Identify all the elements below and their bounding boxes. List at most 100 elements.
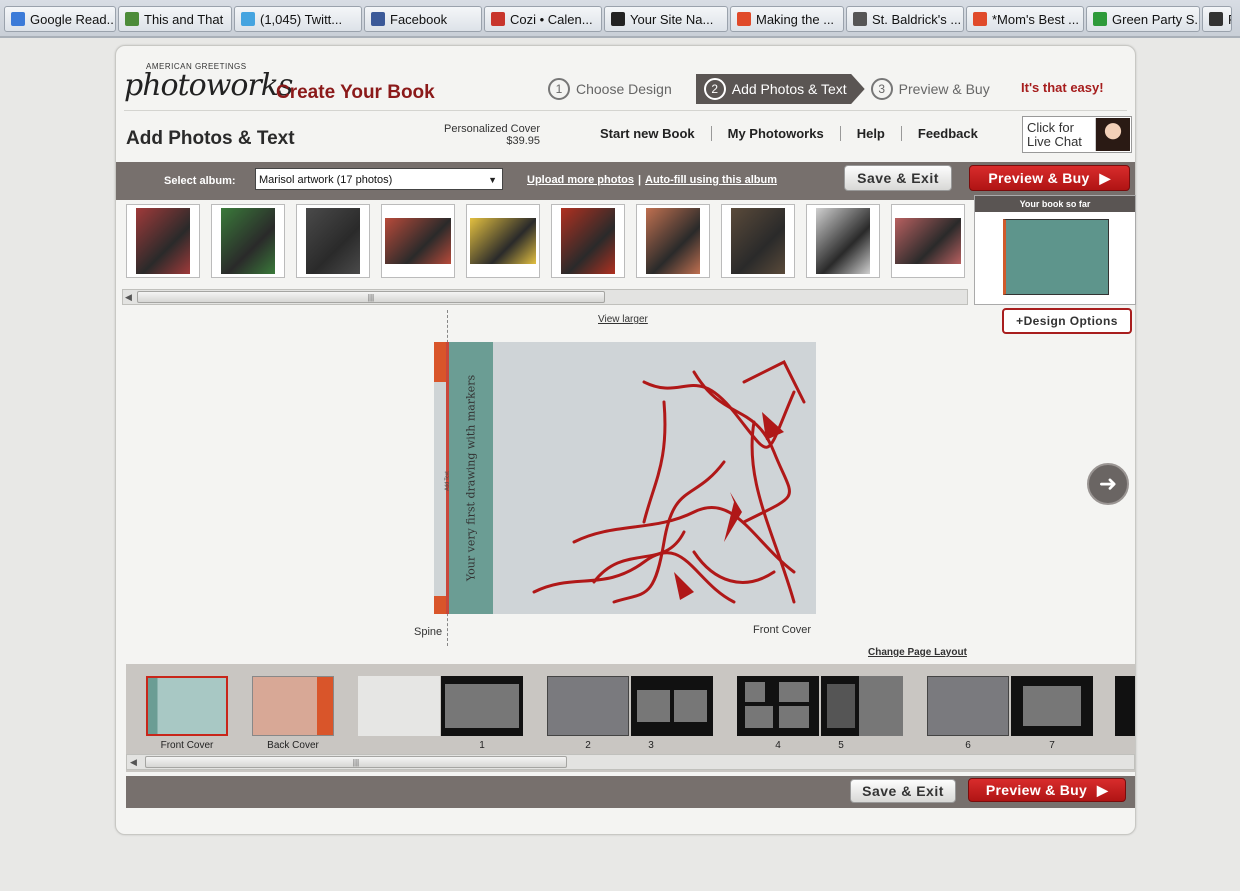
- arrow-right-icon: ▶: [1097, 781, 1109, 798]
- bookmark-favicon-icon: [973, 12, 987, 26]
- scrollbar-thumb[interactable]: |||: [145, 756, 567, 768]
- page-thumb-1[interactable]: [441, 676, 523, 736]
- bookmark-favicon-icon: [1093, 12, 1107, 26]
- preview-buy-label: Preview & Buy: [988, 170, 1090, 186]
- step-add-photos: 2 Add Photos & Text: [695, 74, 865, 104]
- page-thumb-2[interactable]: [547, 676, 629, 736]
- auto-fill-link[interactable]: Auto-fill using this album: [645, 174, 777, 186]
- layout-photo-slot: [779, 682, 809, 702]
- album-photos: [126, 204, 965, 280]
- scrollbar-thumb[interactable]: |||: [137, 291, 605, 303]
- bookmark-item[interactable]: Green Party S...: [1086, 6, 1200, 32]
- album-photo-thumbnail[interactable]: [126, 204, 200, 278]
- book-so-far-panel[interactable]: Your book so far: [974, 195, 1136, 305]
- page-title: Add Photos & Text: [126, 128, 295, 149]
- photo-image: [731, 208, 785, 274]
- nav-start-new-book[interactable]: Start new Book: [584, 126, 712, 141]
- arrow-right-icon: ➜: [1098, 471, 1118, 496]
- page-thumb-6[interactable]: [927, 676, 1009, 736]
- nav-feedback[interactable]: Feedback: [902, 126, 984, 141]
- cover-preview[interactable]: Add Text Your very first drawing with ma…: [434, 342, 816, 614]
- chat-line-1: Click for: [1027, 119, 1074, 135]
- page-thumb-front-cover[interactable]: [146, 676, 228, 736]
- page-thumb-4[interactable]: [737, 676, 819, 736]
- page-number: 5: [838, 740, 844, 751]
- bookmark-label: Green Party S...: [1112, 11, 1200, 27]
- layout-photo-slot: [745, 706, 773, 728]
- album-photo-thumbnail[interactable]: [806, 204, 880, 278]
- album-photo-thumbnail[interactable]: [636, 204, 710, 278]
- page-number: 2: [585, 740, 591, 751]
- bookmark-item[interactable]: (1,045) Twitt...: [234, 6, 362, 32]
- cover-title-text[interactable]: Your very first drawing with markers: [465, 375, 478, 581]
- browser-bookmarks-bar: Google Read... This and That (1,045) Twitt…: [0, 0, 1240, 38]
- chat-line-2: Live Chat: [1027, 133, 1082, 149]
- page-thumb-5[interactable]: [821, 676, 903, 736]
- dropdown-arrow-icon: ▼: [488, 175, 497, 185]
- page-number: 1: [479, 740, 485, 751]
- step-choose-design[interactable]: 1 Choose Design: [548, 74, 684, 104]
- price-label: Personalized Cover: [444, 123, 540, 135]
- front-cover-label: Front Cover: [753, 624, 812, 636]
- change-page-layout-link[interactable]: Change Page Layout: [868, 647, 967, 658]
- bookmark-item[interactable]: Facebook: [364, 6, 482, 32]
- divider: [124, 110, 1127, 111]
- cover-artwork-photo[interactable]: [494, 342, 816, 614]
- nav-my-photoworks[interactable]: My Photoworks: [712, 126, 841, 141]
- page-thumb-3[interactable]: [631, 676, 713, 736]
- layout-photo-slot: [445, 684, 519, 728]
- save-exit-button[interactable]: Save & Exit: [844, 165, 952, 191]
- album-photo-thumbnail[interactable]: [466, 204, 540, 278]
- album-select-value: Marisol artwork (17 photos): [259, 174, 393, 186]
- preview-buy-label: Preview & Buy: [985, 782, 1088, 798]
- photo-image: [136, 208, 190, 274]
- bookmark-item[interactable]: Your Site Na...: [604, 6, 728, 32]
- layout-photo-slot: [674, 690, 707, 722]
- nav-help[interactable]: Help: [841, 126, 902, 141]
- step-preview-buy[interactable]: 3 Preview & Buy: [870, 74, 1002, 104]
- photo-image: [646, 208, 700, 274]
- view-larger-link[interactable]: View larger: [598, 314, 648, 325]
- photos-scrollbar[interactable]: ◀ |||: [122, 289, 968, 305]
- bookmark-item[interactable]: This and That: [118, 6, 232, 32]
- page-thumb-back-cover[interactable]: [252, 676, 334, 736]
- photoworks-logo[interactable]: AMERICAN GREETINGS photoworks: [124, 62, 293, 103]
- page-number: 3: [648, 740, 654, 751]
- footer-save-exit-button[interactable]: Save & Exit: [850, 779, 956, 803]
- live-chat-button[interactable]: Click for Live Chat: [1022, 116, 1132, 153]
- pages-scrollbar[interactable]: ◀ |||: [126, 754, 1135, 770]
- bookmark-label: Google Read...: [30, 11, 116, 27]
- bookmark-item[interactable]: Making the ...: [730, 6, 844, 32]
- cover-price: Personalized Cover $39.95: [444, 123, 540, 147]
- album-photo-thumbnail[interactable]: [891, 204, 965, 278]
- layout-photo-slot: [859, 676, 903, 736]
- page-thumb-inside-cover[interactable]: [358, 676, 440, 736]
- bookmark-item[interactable]: *Mom's Best ...: [966, 6, 1084, 32]
- bookmark-item[interactable]: St. Baldrick's ...: [846, 6, 964, 32]
- top-nav: Start new Book My Photoworks Help Feedba…: [584, 126, 984, 141]
- album-photo-thumbnail[interactable]: [721, 204, 795, 278]
- upload-more-photos-link[interactable]: Upload more photos: [527, 174, 634, 186]
- footer-preview-buy-button[interactable]: Preview & Buy ▶: [968, 778, 1126, 802]
- photo-image: [470, 218, 536, 264]
- bookmark-item[interactable]: Google Read...: [4, 6, 116, 32]
- step-number: 3: [870, 78, 893, 100]
- scroll-left-icon[interactable]: ◀: [130, 757, 137, 768]
- album-photo-thumbnail[interactable]: [381, 204, 455, 278]
- page-thumb-8[interactable]: [1115, 676, 1135, 736]
- price-value: $39.95: [506, 135, 540, 147]
- album-photo-thumbnail[interactable]: [211, 204, 285, 278]
- bookmark-item[interactable]: P: [1202, 6, 1232, 32]
- design-options-button[interactable]: +Design Options: [1002, 308, 1132, 334]
- preview-buy-button[interactable]: Preview & Buy ▶: [969, 165, 1130, 191]
- album-photo-thumbnail[interactable]: [296, 204, 370, 278]
- page-thumb-7[interactable]: [1011, 676, 1093, 736]
- album-photo-thumbnail[interactable]: [551, 204, 625, 278]
- bookmark-item[interactable]: Cozi • Calen...: [484, 6, 602, 32]
- photo-image: [385, 218, 451, 264]
- bookmark-label: *Mom's Best ...: [992, 11, 1080, 27]
- bookmark-favicon-icon: [125, 12, 139, 26]
- scroll-left-icon[interactable]: ◀: [125, 292, 132, 303]
- next-page-button[interactable]: ➜: [1087, 463, 1129, 505]
- album-select[interactable]: Marisol artwork (17 photos) ▼: [255, 168, 503, 190]
